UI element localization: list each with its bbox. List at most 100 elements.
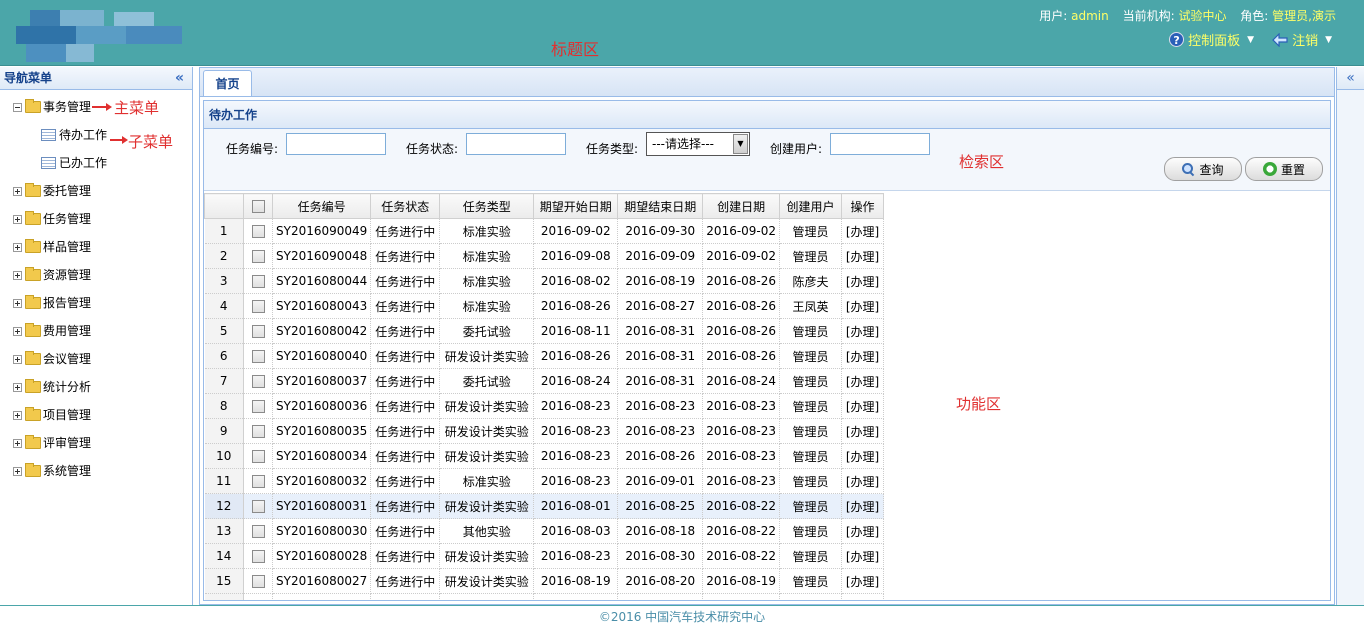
row-checkbox[interactable] bbox=[251, 475, 265, 488]
tree-expand-icon[interactable] bbox=[13, 298, 22, 308]
handle-link[interactable]: [办理] bbox=[841, 268, 885, 294]
tree-expand-icon[interactable] bbox=[13, 382, 22, 392]
tree-expand-icon[interactable] bbox=[13, 214, 22, 224]
handle-link[interactable]: [办理] bbox=[841, 243, 885, 269]
table-row[interactable]: 2 SY2016090048 任务进行中 标准实验 2016-09-08 2016-09-… bbox=[204, 243, 885, 269]
column-header[interactable]: 任务类型 bbox=[439, 193, 535, 219]
double-chevron-left-icon[interactable]: « bbox=[175, 67, 184, 90]
tree-expand-icon[interactable] bbox=[13, 410, 22, 420]
row-number: 15 bbox=[204, 568, 244, 594]
row-checkbox[interactable] bbox=[251, 275, 265, 288]
row-checkbox[interactable] bbox=[251, 550, 265, 563]
tree-expand-icon[interactable] bbox=[13, 186, 22, 196]
handle-link[interactable]: [办理] bbox=[841, 393, 885, 419]
column-header[interactable]: 期望开始日期 bbox=[533, 193, 619, 219]
table-row[interactable]: 6 SY2016080040 任务进行中 研发设计类实验 2016-08-26 2016-… bbox=[204, 343, 885, 369]
column-header[interactable]: 任务编号 bbox=[271, 193, 372, 219]
sidebar-item[interactable]: 统计分析 bbox=[13, 377, 91, 397]
table-row[interactable]: 14 SY2016080028 任务进行中 研发设计类实验 2016-08-23 2016… bbox=[204, 543, 885, 569]
task-status-input[interactable] bbox=[466, 133, 566, 155]
reset-button[interactable]: 重置 bbox=[1245, 157, 1323, 181]
column-header[interactable]: 创建用户 bbox=[779, 193, 843, 219]
column-header[interactable]: 创建日期 bbox=[702, 193, 781, 219]
handle-link[interactable]: [办理] bbox=[841, 543, 885, 569]
row-checkbox[interactable] bbox=[251, 250, 265, 263]
row-checkbox[interactable] bbox=[251, 350, 265, 363]
sidebar-item[interactable]: 项目管理 bbox=[13, 405, 91, 425]
handle-link[interactable]: [办理] bbox=[841, 493, 885, 519]
submenu-item[interactable]: 已办工作 bbox=[41, 153, 107, 173]
tree-collapse-icon[interactable] bbox=[13, 102, 22, 112]
task-type-select[interactable]: ---请选择--- ▼ bbox=[646, 132, 750, 156]
row-checkbox[interactable] bbox=[251, 575, 265, 588]
table-row[interactable]: 7 SY2016080037 任务进行中 委托试验 2016-08-24 2016-08-… bbox=[204, 368, 885, 394]
sidebar-item[interactable]: 任务管理 bbox=[13, 209, 91, 229]
table-row[interactable]: 13 SY2016080030 任务进行中 其他实验 2016-08-03 2016-08… bbox=[204, 518, 885, 544]
row-checkbox[interactable] bbox=[251, 525, 265, 538]
sidebar-item[interactable]: 费用管理 bbox=[13, 321, 91, 341]
sidebar-item[interactable]: 会议管理 bbox=[13, 349, 91, 369]
sidebar-item[interactable]: 系统管理 bbox=[13, 461, 91, 481]
sidebar-item[interactable]: 样品管理 bbox=[13, 237, 91, 257]
sidebar-item[interactable]: 事务管理 bbox=[13, 97, 91, 117]
logout-button[interactable]: 注销 ▼ bbox=[1272, 30, 1332, 49]
table-row[interactable]: 11 SY2016080032 任务进行中 标准实验 2016-08-23 2016-09… bbox=[204, 468, 885, 494]
handle-link[interactable]: [办理] bbox=[841, 368, 885, 394]
row-checkbox[interactable] bbox=[251, 500, 265, 513]
tree-expand-icon[interactable] bbox=[13, 438, 22, 448]
row-checkbox[interactable] bbox=[251, 300, 265, 313]
tree-expand-icon[interactable] bbox=[13, 270, 22, 280]
sidebar-item[interactable]: 委托管理 bbox=[13, 181, 91, 201]
tree-expand-icon[interactable] bbox=[13, 466, 22, 476]
handle-link[interactable]: [办理] bbox=[841, 218, 885, 244]
table-cell: 2016-08-23 bbox=[702, 418, 781, 444]
handle-link[interactable]: [办理] bbox=[841, 593, 885, 600]
tree-expand-icon[interactable] bbox=[13, 242, 22, 252]
row-checkbox[interactable] bbox=[251, 325, 265, 338]
row-checkbox[interactable] bbox=[251, 375, 265, 388]
handle-link[interactable]: [办理] bbox=[841, 343, 885, 369]
table-cell: 任务进行中 bbox=[370, 393, 441, 419]
table-row[interactable]: 12 SY2016080031 任务进行中 研发设计类实验 2016-08-01 2016… bbox=[204, 493, 885, 519]
row-checkbox[interactable] bbox=[251, 425, 265, 438]
select-all-checkbox[interactable] bbox=[251, 200, 265, 213]
row-checkbox[interactable] bbox=[251, 225, 265, 238]
sidebar-item[interactable]: 报告管理 bbox=[13, 293, 91, 313]
table-cell: 任务进行中 bbox=[370, 343, 441, 369]
handle-link[interactable]: [办理] bbox=[841, 418, 885, 444]
handle-link[interactable]: [办理] bbox=[841, 568, 885, 594]
handle-link[interactable]: [办理] bbox=[841, 318, 885, 344]
creator-input[interactable] bbox=[830, 133, 930, 155]
handle-link[interactable]: [办理] bbox=[841, 468, 885, 494]
row-checkbox[interactable] bbox=[251, 450, 265, 463]
table-row[interactable]: 1 SY2016090049 任务进行中 标准实验 2016-09-02 2016-09-… bbox=[204, 218, 885, 244]
table-cell: 陈彦夫 bbox=[779, 268, 843, 294]
column-header[interactable]: 操作 bbox=[841, 193, 885, 219]
task-no-input[interactable] bbox=[286, 133, 386, 155]
table-row[interactable]: 9 SY2016080035 任务进行中 研发设计类实验 2016-08-23 2016-… bbox=[204, 418, 885, 444]
submenu-item[interactable]: 待办工作 bbox=[41, 125, 107, 145]
double-chevron-left-icon[interactable]: « bbox=[1337, 67, 1364, 90]
sidebar-item[interactable]: 资源管理 bbox=[13, 265, 91, 285]
row-checkbox[interactable] bbox=[251, 400, 265, 413]
table-row[interactable]: 10 SY2016080034 任务进行中 研发设计类实验 2016-08-23 2016… bbox=[204, 443, 885, 469]
tab-home[interactable]: 首页 bbox=[203, 70, 252, 97]
handle-link[interactable]: [办理] bbox=[841, 293, 885, 319]
column-header[interactable]: 期望结束日期 bbox=[617, 193, 704, 219]
table-row[interactable]: 3 SY2016080044 任务进行中 标准实验 2016-08-02 2016-08-… bbox=[204, 268, 885, 294]
row-checkbox[interactable] bbox=[252, 600, 265, 601]
table-cell: 2016-08-26 bbox=[617, 593, 704, 600]
sidebar-item[interactable]: 评审管理 bbox=[13, 433, 91, 453]
table-row[interactable]: 15 SY2016080027 任务进行中 研发设计类实验 2016-08-19 2016… bbox=[204, 568, 885, 594]
table-row[interactable]: 8 SY2016080036 任务进行中 研发设计类实验 2016-08-23 2016-… bbox=[204, 393, 885, 419]
tree-expand-icon[interactable] bbox=[13, 326, 22, 336]
table-row[interactable]: 4 SY2016080043 任务进行中 标准实验 2016-08-26 2016-08-… bbox=[204, 293, 885, 319]
column-header[interactable]: 任务状态 bbox=[370, 193, 441, 219]
table-row[interactable]: 16SY2016080026任务进行中研发设计类实验2016-08-202016… bbox=[204, 593, 885, 601]
handle-link[interactable]: [办理] bbox=[841, 518, 885, 544]
handle-link[interactable]: [办理] bbox=[841, 443, 885, 469]
table-row[interactable]: 5 SY2016080042 任务进行中 委托试验 2016-08-11 2016-08-… bbox=[204, 318, 885, 344]
tree-expand-icon[interactable] bbox=[13, 354, 22, 364]
control-panel-button[interactable]: ? 控制面板 ▼ bbox=[1169, 30, 1254, 49]
query-button[interactable]: 查询 bbox=[1164, 157, 1242, 181]
